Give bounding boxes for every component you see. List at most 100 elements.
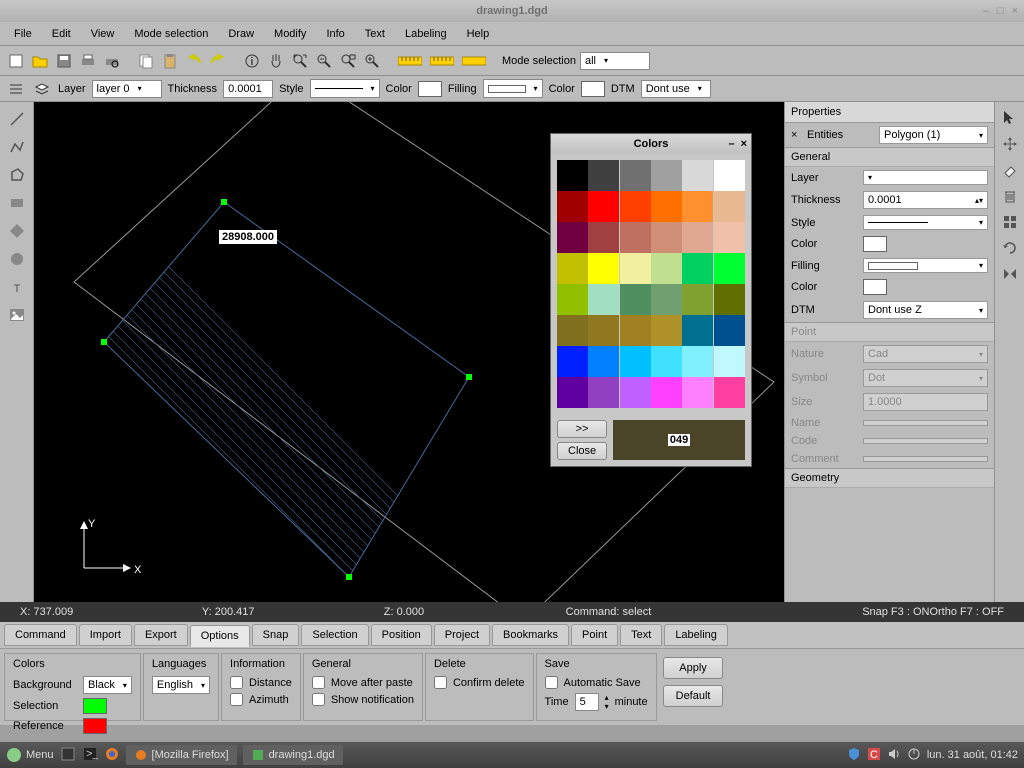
confirm-delete-checkbox[interactable] — [434, 676, 447, 689]
color-cell[interactable] — [682, 315, 713, 346]
color2-swatch[interactable] — [581, 81, 605, 97]
color-cell[interactable] — [557, 160, 588, 191]
tab-snap[interactable]: Snap — [252, 624, 300, 646]
move-after-paste-checkbox[interactable] — [312, 676, 325, 689]
delete-icon[interactable] — [1000, 186, 1020, 206]
new-icon[interactable] — [6, 51, 26, 71]
color-cell[interactable] — [682, 346, 713, 377]
color-cell[interactable] — [651, 222, 682, 253]
dialog-minimize-icon[interactable]: – — [728, 138, 734, 150]
undo-icon[interactable] — [184, 51, 204, 71]
pan-icon[interactable] — [266, 51, 286, 71]
tab-command[interactable]: Command — [4, 624, 77, 646]
rotate-icon[interactable] — [1000, 238, 1020, 258]
print-icon[interactable] — [78, 51, 98, 71]
expand-icon[interactable] — [1000, 212, 1020, 232]
color-cell[interactable] — [588, 191, 619, 222]
layer-combo[interactable]: layer 0 — [92, 80, 162, 98]
color-cell[interactable] — [714, 284, 745, 315]
thickness-input[interactable] — [223, 80, 273, 98]
dialog-close-icon[interactable]: × — [741, 138, 747, 150]
color-cell[interactable] — [651, 284, 682, 315]
tray-shield-icon[interactable] — [847, 747, 861, 764]
color-cell[interactable] — [651, 253, 682, 284]
color-cell[interactable] — [714, 377, 745, 408]
color-cell[interactable] — [620, 377, 651, 408]
color-cell[interactable] — [714, 315, 745, 346]
menu-text[interactable]: Text — [357, 25, 393, 43]
style-combo[interactable] — [310, 79, 380, 98]
language-combo[interactable]: English — [152, 676, 210, 694]
tab-project[interactable]: Project — [434, 624, 490, 646]
filling-combo[interactable] — [483, 79, 543, 98]
color-cell[interactable] — [620, 315, 651, 346]
tab-position[interactable]: Position — [371, 624, 432, 646]
close-entity-icon[interactable]: × — [791, 129, 803, 141]
prop-color-swatch[interactable] — [863, 236, 887, 252]
close-colors-button[interactable]: Close — [557, 442, 607, 460]
selection-color-swatch[interactable] — [83, 698, 107, 714]
color-cell[interactable] — [620, 191, 651, 222]
bg-color-combo[interactable]: Black — [83, 676, 132, 694]
color-cell[interactable] — [651, 160, 682, 191]
color-cell[interactable] — [651, 346, 682, 377]
menu-draw[interactable]: Draw — [220, 25, 262, 43]
copy-icon[interactable] — [136, 51, 156, 71]
show-notification-checkbox[interactable] — [312, 693, 325, 706]
tool-diamond-icon[interactable] — [6, 220, 28, 242]
layer-list-icon[interactable] — [6, 79, 26, 99]
color-cell[interactable] — [588, 222, 619, 253]
color-cell[interactable] — [651, 191, 682, 222]
zoom-extents-icon[interactable] — [290, 51, 310, 71]
tab-import[interactable]: Import — [79, 624, 132, 646]
autosave-time-input[interactable] — [575, 693, 599, 711]
menu-file[interactable]: File — [6, 25, 40, 43]
layer-manage-icon[interactable] — [32, 79, 52, 99]
menu-labeling[interactable]: Labeling — [397, 25, 455, 43]
tool-rect-icon[interactable] — [6, 192, 28, 214]
flip-icon[interactable] — [1000, 264, 1020, 284]
tool-polygon-icon[interactable] — [6, 164, 28, 186]
color-cell[interactable] — [588, 284, 619, 315]
quicklaunch-firefox-icon[interactable] — [104, 746, 120, 765]
color-cell[interactable] — [557, 253, 588, 284]
tool-circle-icon[interactable] — [6, 248, 28, 270]
color-cell[interactable] — [620, 160, 651, 191]
zoom-in-icon[interactable] — [362, 51, 382, 71]
color-cell[interactable] — [682, 160, 713, 191]
color-cell[interactable] — [620, 346, 651, 377]
color-cell[interactable] — [620, 284, 651, 315]
prop-color2-swatch[interactable] — [863, 279, 887, 295]
color-cell[interactable] — [557, 222, 588, 253]
color-cell[interactable] — [682, 253, 713, 284]
ruler2-icon[interactable] — [428, 51, 456, 71]
color-swatch[interactable] — [418, 81, 442, 97]
prop-filling-combo[interactable] — [863, 258, 988, 273]
color-cell[interactable] — [651, 377, 682, 408]
dtm-combo[interactable]: Dont use — [641, 80, 711, 98]
color-cell[interactable] — [651, 315, 682, 346]
tray-power-icon[interactable] — [907, 747, 921, 764]
menu-view[interactable]: View — [83, 25, 123, 43]
color-cell[interactable] — [714, 253, 745, 284]
color-cell[interactable] — [588, 377, 619, 408]
mode-selection-combo[interactable]: all — [580, 52, 650, 70]
zoom-out-icon[interactable] — [314, 51, 334, 71]
move-icon[interactable] — [1000, 134, 1020, 154]
prop-layer-combo[interactable] — [863, 170, 988, 185]
tray-volume-icon[interactable] — [887, 747, 901, 764]
maximize-icon[interactable]: □ — [997, 5, 1004, 17]
reference-color-swatch[interactable] — [83, 718, 107, 734]
close-icon[interactable]: × — [1012, 5, 1018, 17]
color-cell[interactable] — [682, 222, 713, 253]
tool-line-icon[interactable] — [6, 108, 28, 130]
paste-icon[interactable] — [160, 51, 180, 71]
autosave-checkbox[interactable] — [545, 676, 558, 689]
color-cell[interactable] — [714, 160, 745, 191]
color-cell[interactable] — [588, 253, 619, 284]
tab-selection[interactable]: Selection — [301, 624, 368, 646]
minimize-icon[interactable]: – — [983, 5, 989, 17]
taskbar-drawing[interactable]: drawing1.dgd — [243, 745, 343, 765]
zoom-window-icon[interactable] — [338, 51, 358, 71]
color-cell[interactable] — [557, 346, 588, 377]
